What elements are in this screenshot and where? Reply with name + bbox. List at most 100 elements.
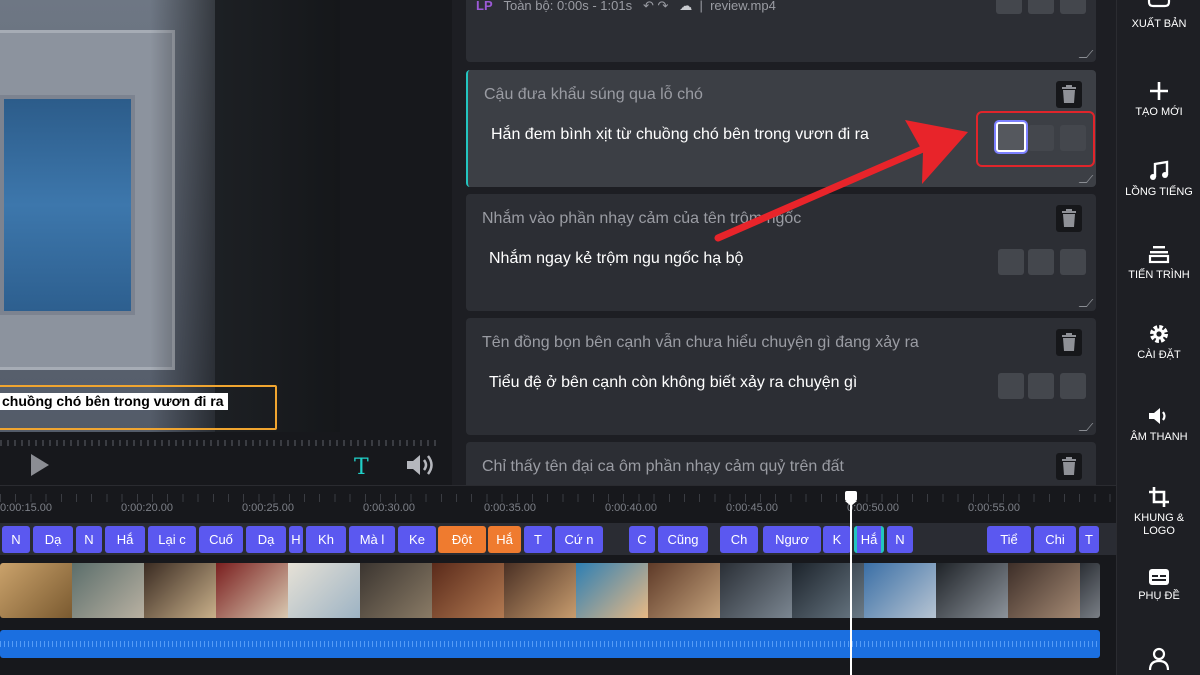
subtitle-clip[interactable]: T: [524, 526, 552, 553]
ruler-label: 0:00:20.00: [121, 502, 173, 514]
ruler-ticks: [0, 494, 1116, 502]
subtitle-header-card: LP Toàn bộ: 0:00s - 1:01s ↶ ↷ ☁ | review…: [466, 0, 1096, 62]
subtitle-clip[interactable]: T: [1079, 526, 1099, 553]
sidebar-item-dubbing[interactable]: LỒNG TIẾNG: [1117, 160, 1200, 199]
video-thumbnail: [216, 563, 288, 618]
style-option[interactable]: [1060, 373, 1086, 399]
header-action-1[interactable]: [996, 0, 1022, 14]
subtitle-clip[interactable]: N: [887, 526, 913, 553]
style-option[interactable]: [1028, 249, 1054, 275]
crop-icon: [1149, 487, 1169, 507]
video-thumbnail: [1008, 563, 1080, 618]
subtitle-clip[interactable]: N: [76, 526, 102, 553]
plus-icon: [1150, 82, 1168, 100]
gear-icon: [1150, 325, 1168, 343]
resize-handle[interactable]: [1078, 175, 1094, 183]
undo-icon[interactable]: ↶: [643, 0, 654, 13]
subtitle-clip[interactable]: Hắ: [105, 526, 145, 553]
subtitle-clip[interactable]: C: [629, 526, 655, 553]
play-button[interactable]: [28, 452, 52, 478]
delete-button[interactable]: [1056, 453, 1082, 480]
style-option[interactable]: [1060, 249, 1086, 275]
video-thumbnail: [72, 563, 144, 618]
header-action-2[interactable]: [1028, 0, 1054, 14]
sidebar-item-frame-logo[interactable]: KHUNG & LOGO: [1117, 486, 1200, 538]
editor-root: chuồng chó bên trong vươn đi ra T LP Toà…: [0, 0, 1200, 675]
sidebar-item-progress[interactable]: TIẾN TRÌNH: [1117, 243, 1200, 282]
resize-handle[interactable]: [1078, 50, 1094, 58]
subtitle-overlay-box[interactable]: chuồng chó bên trong vươn đi ra: [0, 385, 277, 430]
playhead-handle[interactable]: [845, 491, 857, 506]
subtitle-clip[interactable]: Cuố: [199, 526, 243, 553]
subtitle-clip[interactable]: Ch: [720, 526, 758, 553]
play-icon: [31, 454, 49, 476]
subtitle-clip[interactable]: K: [823, 526, 851, 553]
subtitle-clip[interactable]: Đột: [438, 526, 486, 553]
sidebar-item-create-new[interactable]: TẠO MỚI: [1117, 80, 1200, 119]
subtitle-clip[interactable]: Chi: [1034, 526, 1076, 553]
speaker-icon: [407, 455, 433, 475]
subtitle-clip[interactable]: Cứ n: [555, 526, 603, 553]
sidebar-item-settings[interactable]: CÀI ĐẶT: [1117, 323, 1200, 362]
audio-track[interactable]: [0, 630, 1100, 658]
cloud-sync-icon[interactable]: ☁: [679, 0, 692, 13]
preview-scrubber[interactable]: [0, 440, 440, 446]
subtitle-clip[interactable]: Cũng: [658, 526, 708, 553]
file-name: review.mp4: [710, 0, 776, 13]
video-track[interactable]: [0, 563, 1100, 618]
subtitle-clip[interactable]: Lại c: [148, 526, 196, 553]
delete-button[interactable]: [1056, 205, 1082, 232]
video-thumbnail: [648, 563, 720, 618]
subtitle-clip[interactable]: Dạ: [246, 526, 286, 553]
translation-text[interactable]: Tiểu đệ ở bên cạnh còn không biết xảy ra…: [489, 374, 857, 392]
subtitle-card[interactable]: Tên đồng bọn bên cạnh vẫn chưa hiểu chuy…: [466, 318, 1096, 435]
video-frame[interactable]: chuồng chó bên trong vươn đi ra: [0, 0, 340, 432]
translation-text[interactable]: Nhắm ngay kẻ trộm ngu ngốc hạ bộ: [489, 250, 743, 268]
video-thumbnail: [936, 563, 1008, 618]
redo-icon[interactable]: ↷: [658, 0, 669, 13]
sidebar-label: TIẾN TRÌNH: [1128, 269, 1190, 281]
right-sidebar: XUẤT BẢN TẠO MỚI LỒNG TIẾNG TIẾN TRÌNH C…: [1116, 0, 1200, 675]
sidebar-label: KHUNG & LOGO: [1133, 512, 1185, 537]
sidebar-item-audio[interactable]: ÂM THANH: [1117, 405, 1200, 444]
delete-button[interactable]: [1056, 81, 1082, 108]
original-text: Cậu đưa khẩu súng qua lỗ chó: [484, 86, 703, 103]
sidebar-label: CÀI ĐẶT: [1137, 349, 1181, 361]
video-thumbnail: [576, 563, 648, 618]
style-option[interactable]: [1028, 373, 1054, 399]
text-tool-button[interactable]: T: [354, 455, 369, 480]
subtitle-clip[interactable]: H: [289, 526, 303, 553]
resize-handle[interactable]: [1078, 299, 1094, 307]
subtitle-clip-selected[interactable]: Hắ: [854, 526, 884, 553]
sidebar-item-subtitle[interactable]: PHỤ ĐỀ: [1117, 568, 1200, 603]
sidebar-label: XUẤT BẢN: [1131, 18, 1187, 30]
sidebar-item-publish[interactable]: XUẤT BẢN: [1117, 0, 1200, 31]
ruler-label: 0:00:40.00: [605, 502, 657, 514]
playhead-line[interactable]: [850, 491, 852, 675]
timeline[interactable]: 0:00:15.00 0:00:20.00 0:00:25.00 0:00:30…: [0, 485, 1116, 675]
subtitle-clip[interactable]: N: [2, 526, 30, 553]
resize-handle[interactable]: [1078, 423, 1094, 431]
music-note-icon: [1150, 160, 1169, 180]
style-option[interactable]: [998, 373, 1024, 399]
volume-button[interactable]: [405, 452, 439, 478]
sidebar-label: ÂM THANH: [1130, 431, 1188, 443]
subtitle-clip[interactable]: Hắ: [488, 526, 521, 553]
ruler-label: 0:00:30.00: [363, 502, 415, 514]
lp-badge: LP: [476, 0, 493, 13]
sidebar-item-account[interactable]: [1117, 647, 1200, 671]
video-thumbnail: [360, 563, 432, 618]
subtitle-clip[interactable]: Dạ: [33, 526, 73, 553]
subtitle-clip[interactable]: Mà l: [349, 526, 395, 553]
header-action-3[interactable]: [1060, 0, 1086, 14]
subtitle-card[interactable]: Chỉ thấy tên đại ca ôm phần nhạy cảm quỷ…: [466, 442, 1096, 485]
subtitle-clip[interactable]: Kh: [306, 526, 346, 553]
video-thumbnail: [144, 563, 216, 618]
ruler-label: 0:00:15.00: [0, 502, 52, 514]
subtitle-clip[interactable]: Tiể: [987, 526, 1031, 553]
subtitle-clip[interactable]: Ke: [398, 526, 436, 553]
delete-button[interactable]: [1056, 329, 1082, 356]
layers-icon: [1148, 246, 1170, 264]
style-option[interactable]: [998, 249, 1024, 275]
subtitle-clip[interactable]: Ngươ: [763, 526, 821, 553]
